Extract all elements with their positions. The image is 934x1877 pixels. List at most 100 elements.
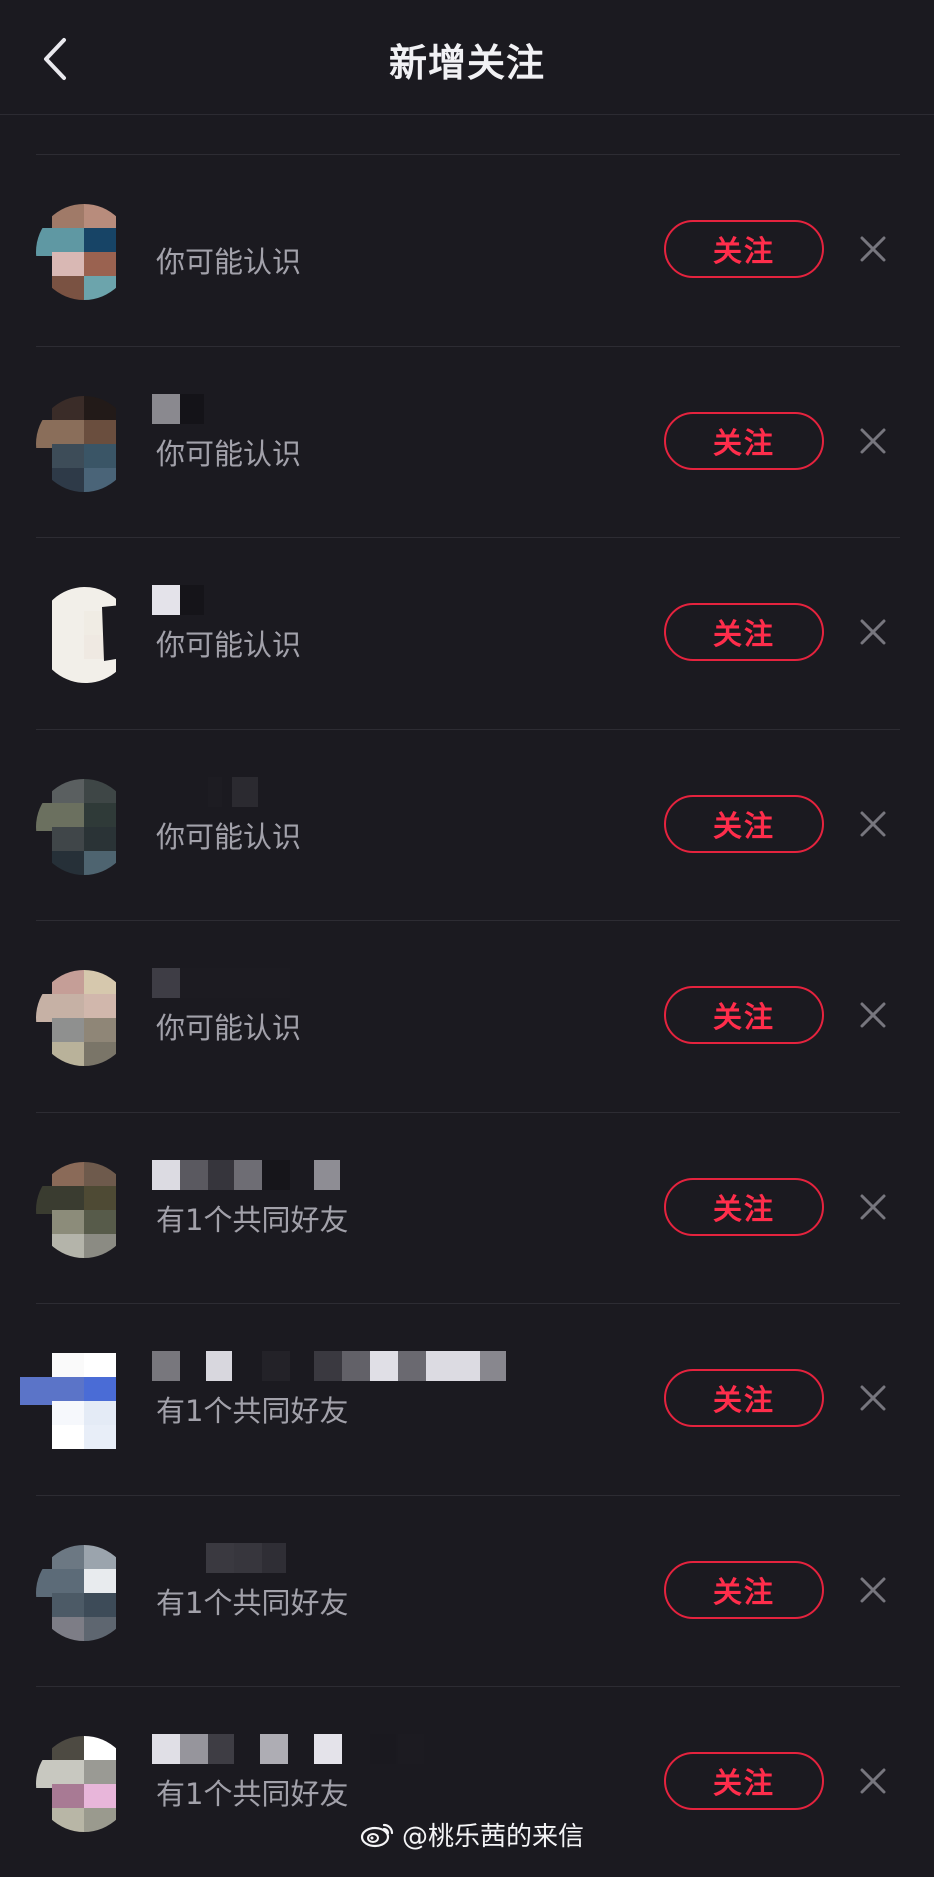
avatar[interactable] [36,395,132,492]
close-icon [860,236,886,262]
redaction-pixel [152,1351,180,1381]
username-redacted[interactable] [150,393,570,424]
close-icon [860,1194,886,1219]
row-subtitle: 有1个共同好友 [156,1394,349,1428]
close-icon [860,428,886,453]
dismiss-button[interactable] [856,424,890,458]
redaction-pixel [262,1159,290,1190]
username-redacted[interactable] [150,776,570,807]
redaction-pixel [152,968,180,998]
redaction-pixel [180,1734,208,1764]
close-icon [860,1577,886,1602]
redaction-pixel [152,1734,180,1764]
redaction-pixel [314,1159,340,1190]
avatar[interactable] [36,1161,132,1258]
redaction-pixel [426,1351,480,1381]
suggestion-row: 你可能认识 关注 [0,729,934,920]
redaction-pixel [234,1542,262,1573]
redaction-pixel [152,1159,180,1190]
redaction-pixel [180,393,204,424]
suggestion-row: 有1个共同好友 关注 [0,1112,934,1303]
dismiss-button[interactable] [856,1190,890,1224]
dismiss-button[interactable] [856,615,890,649]
username-redacted[interactable] [150,968,570,998]
dismiss-button[interactable] [856,232,890,266]
watermark: @桃乐茜的来信 [360,1814,584,1854]
dismiss-button[interactable] [856,998,890,1032]
follow-button[interactable]: 关注 [664,1369,824,1427]
redaction-pixel [342,1351,370,1381]
follow-button[interactable]: 关注 [664,1177,824,1236]
suggestion-row: 有1个共同好友 关注 [0,1303,934,1494]
suggestion-row: 你可能认识 关注 [0,920,934,1111]
top-bar: 新增关注 [0,0,934,115]
close-icon [860,619,886,645]
redaction-pixel [314,1351,342,1381]
dismiss-button[interactable] [856,1381,890,1415]
redaction-pixel [206,1351,232,1381]
close-icon [860,1002,886,1028]
dismiss-button[interactable] [856,1573,890,1607]
username-redacted[interactable] [150,1159,570,1190]
redaction-pixel [206,1542,234,1573]
redaction-pixel [180,1159,208,1190]
username-redacted[interactable] [150,1542,570,1573]
dismiss-button[interactable] [856,1764,890,1798]
suggestion-row: 你可能认识 关注 [0,346,934,537]
redaction-pixel [180,585,204,615]
follow-button[interactable]: 关注 [664,603,824,661]
suggestion-row: 你可能认识 关注 [0,537,934,728]
row-subtitle: 你可能认识 [156,819,302,854]
avatar[interactable] [36,587,132,683]
username-redacted[interactable] [150,585,570,615]
redaction-pixel [370,1351,398,1381]
redaction-pixel [480,1351,506,1381]
row-subtitle: 有1个共同好友 [156,1777,349,1811]
redaction-pixel [232,776,258,807]
redaction-pixel [262,1351,290,1381]
dismiss-button[interactable] [856,807,890,841]
redaction-pixel [152,585,180,615]
weibo-icon [360,1823,394,1848]
redaction-pixel [262,1542,286,1573]
avatar[interactable] [20,1353,132,1449]
avatar[interactable] [36,1544,132,1641]
close-icon [860,1385,886,1411]
follow-button[interactable]: 关注 [664,1560,824,1619]
follow-button[interactable]: 关注 [664,986,824,1044]
page-title: 新增关注 [388,41,545,85]
username-redacted[interactable] [150,1351,570,1381]
username-redacted[interactable] [150,202,570,232]
redaction-pixel [314,1734,342,1764]
row-subtitle: 有1个共同好友 [156,1202,349,1237]
avatar[interactable] [36,970,132,1066]
suggestion-row: 有1个共同好友 关注 [0,1495,934,1686]
redaction-pixel [152,393,180,424]
watermark-text: @桃乐茜的来信 [402,1821,585,1852]
redaction-pixel [208,776,222,807]
redaction-pixel [370,1734,396,1764]
redaction-pixel [260,1734,288,1764]
follow-button[interactable]: 关注 [664,794,824,853]
row-subtitle: 你可能认识 [156,628,302,662]
close-icon [860,1768,886,1794]
avatar[interactable] [36,1736,132,1832]
redaction-pixel [208,1734,234,1764]
redaction-pixel [180,968,290,998]
redaction-pixel [398,1351,426,1381]
redaction-pixel [234,1159,262,1190]
follow-button[interactable]: 关注 [664,1752,824,1810]
row-subtitle: 你可能认识 [156,1011,302,1045]
redaction-pixel [398,1734,424,1764]
close-icon [860,811,886,836]
username-redacted[interactable] [150,1734,570,1764]
avatar[interactable] [36,778,132,875]
follow-button[interactable]: 关注 [664,411,824,470]
row-subtitle: 你可能认识 [156,436,302,471]
row-subtitle: 你可能认识 [156,245,302,279]
redaction-pixel [208,1159,234,1190]
row-subtitle: 有1个共同好友 [156,1585,349,1620]
suggestion-row: 你可能认识 关注 [0,154,934,345]
follow-button[interactable]: 关注 [664,220,824,278]
avatar[interactable] [36,204,132,300]
